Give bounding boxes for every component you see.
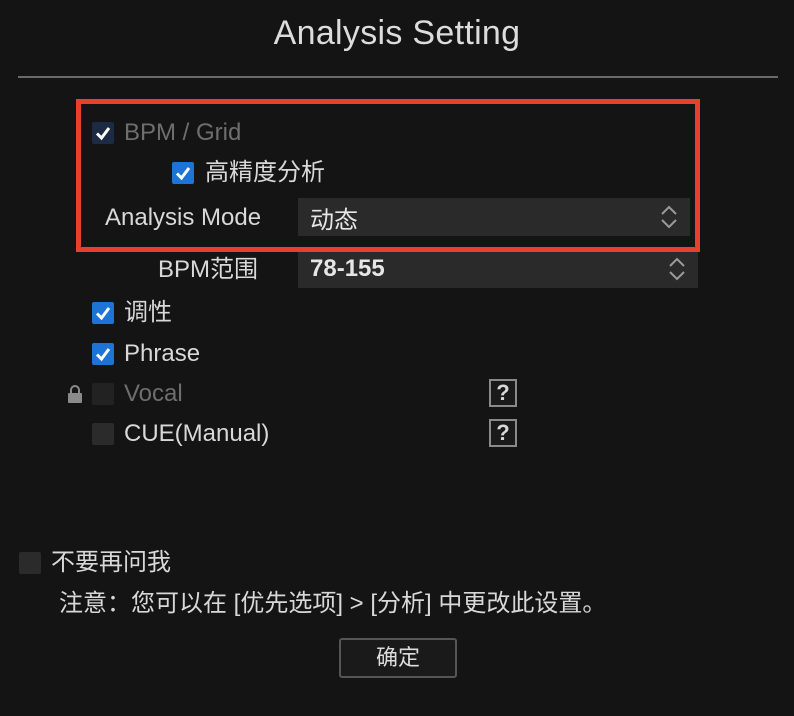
dont-ask-label: 不要再问我 xyxy=(51,549,171,576)
bpm-range-label: BPM范围 xyxy=(158,256,259,283)
highlight-box xyxy=(76,99,700,252)
check-icon xyxy=(95,348,111,362)
check-icon xyxy=(95,307,111,321)
dialog-title: Analysis Setting xyxy=(273,14,521,52)
title-divider xyxy=(18,76,778,78)
note-text: 注意：您可以在 [优先选项] > [分析] 中更改此设置。 xyxy=(59,590,607,617)
dont-ask-checkbox[interactable] xyxy=(19,552,41,574)
vocal-help-icon[interactable]: ? xyxy=(489,379,517,407)
cue-manual-label: CUE(Manual) xyxy=(124,420,270,447)
spinner-icon[interactable] xyxy=(666,250,688,288)
ok-button[interactable]: 确定 xyxy=(339,638,457,678)
cue-manual-checkbox[interactable] xyxy=(92,423,114,445)
key-label: 调性 xyxy=(124,299,172,326)
vocal-label: Vocal xyxy=(124,380,183,407)
vocal-checkbox xyxy=(92,383,114,405)
bpm-range-value: 78-155 xyxy=(310,255,385,282)
cue-help-icon[interactable]: ? xyxy=(489,419,517,447)
phrase-checkbox[interactable] xyxy=(92,343,114,365)
bpm-range-select[interactable]: 78-155 xyxy=(298,250,698,288)
phrase-label: Phrase xyxy=(124,340,201,367)
lock-icon xyxy=(67,385,83,408)
key-checkbox[interactable] xyxy=(92,302,114,324)
